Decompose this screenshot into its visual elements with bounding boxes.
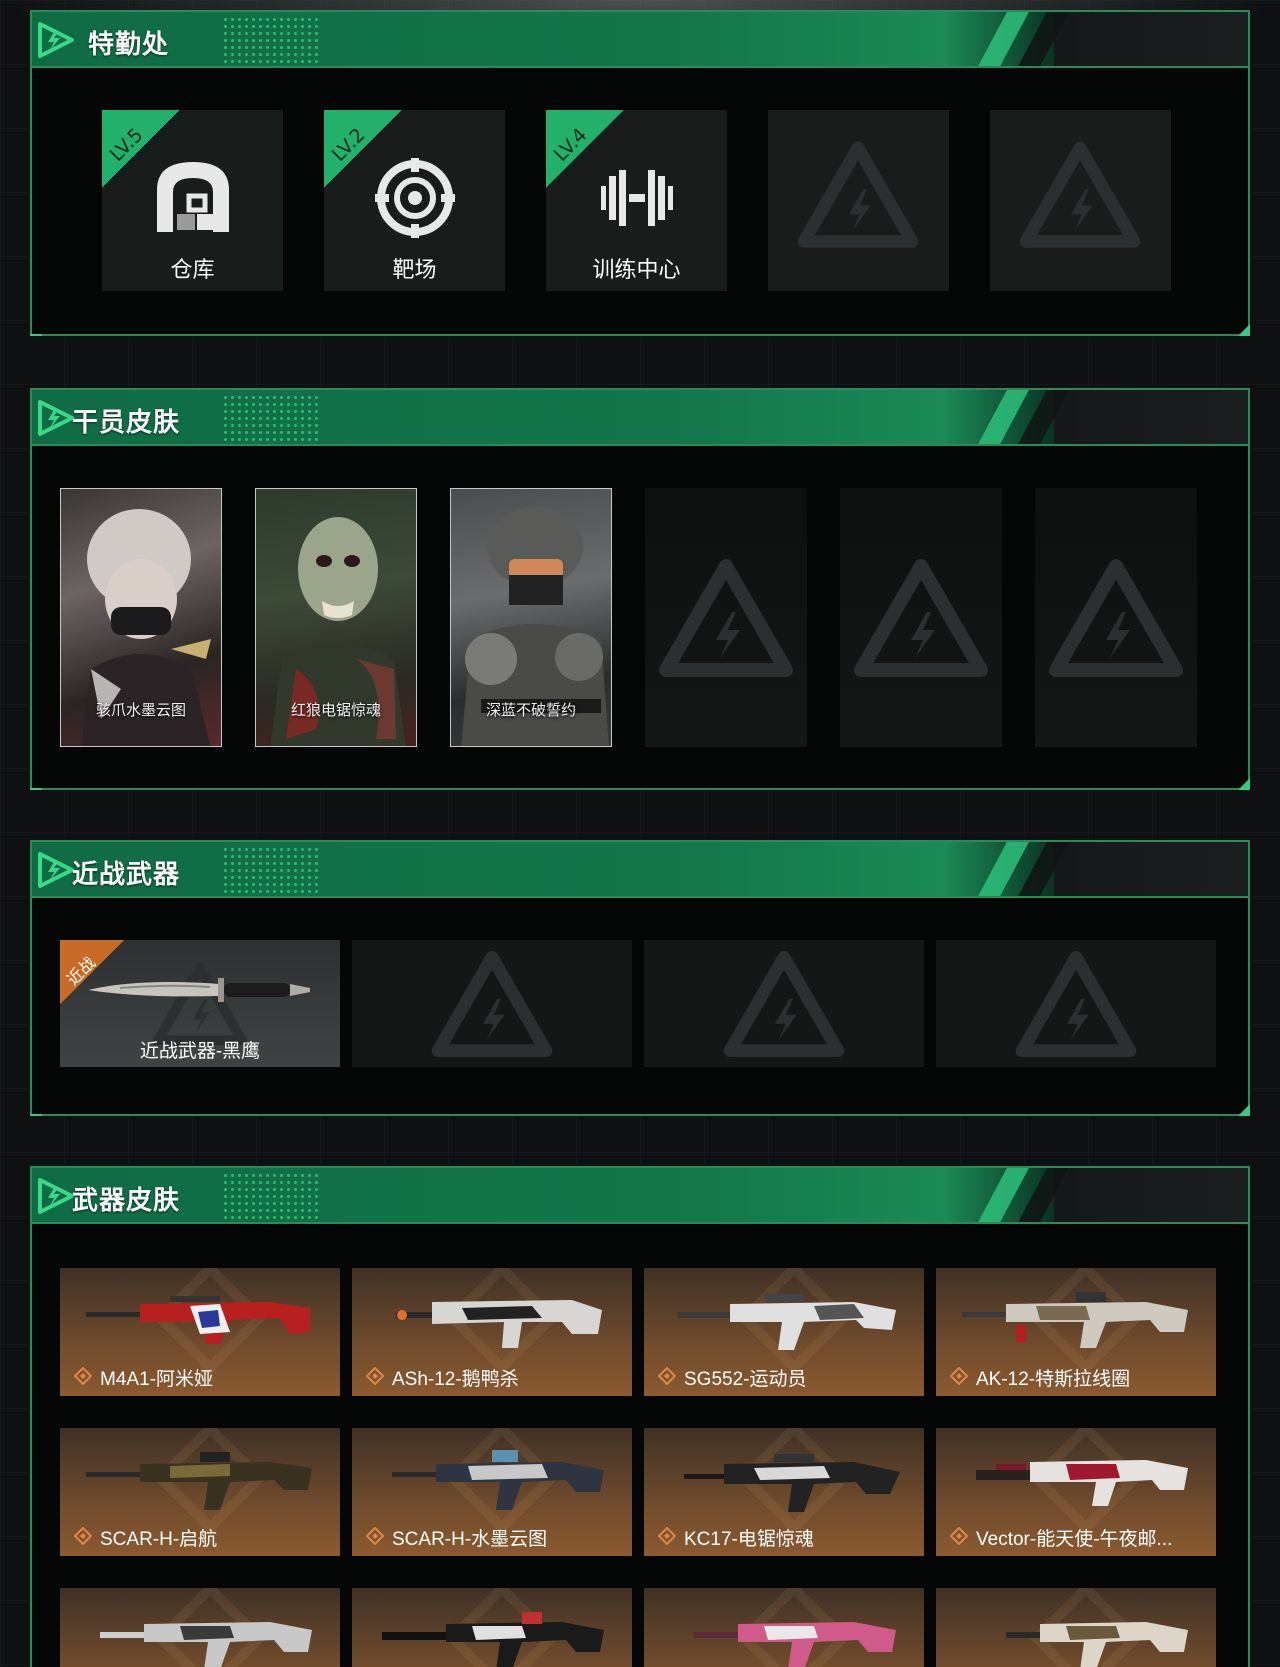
agent-skin-empty-slot <box>840 488 1002 747</box>
placeholder-logo-icon <box>644 940 924 1067</box>
facility-card-range[interactable]: LV.2 靶场 <box>324 110 505 291</box>
weapon-skin-card[interactable]: M4A1-阿米娅 <box>60 1268 340 1396</box>
weapon-skin-label: ASh-12-鹅鸭杀 <box>392 1369 519 1390</box>
facility-card-empty <box>990 110 1171 291</box>
rarity-diamond-icon <box>950 1367 968 1385</box>
weapon-skin-card[interactable]: SG552-运动员 <box>644 1268 924 1396</box>
weapon-skin-card[interactable]: SCAR-H-水墨云图 <box>352 1428 632 1556</box>
rifle-image <box>100 1622 312 1667</box>
facility-label: 仓库 <box>170 257 215 282</box>
weapon-skin-card[interactable]: KC17-电锯惊魂 <box>644 1428 924 1556</box>
rifle-image <box>392 1450 604 1510</box>
melee-section: 近战武器 近战 近战武器-黑鹰 <box>30 840 1250 1116</box>
facility-card-empty <box>768 110 949 291</box>
weapon-skin-label: SCAR-H-启航 <box>100 1529 218 1550</box>
weapon-skin-label: SCAR-H-水墨云图 <box>392 1529 548 1550</box>
rifle-image <box>86 1452 312 1510</box>
section-title: 武器皮肤 <box>72 1185 181 1215</box>
weapon-skin-label: M4A1-阿米娅 <box>100 1369 213 1390</box>
agent-skins-section: 干员皮肤 骇爪水墨云图 红狼电锯惊魂 深蓝不破誓约 <box>30 388 1250 790</box>
agent-skin-empty-slot <box>1035 488 1197 747</box>
weapon-skin-card[interactable] <box>352 1588 632 1667</box>
rifle-image <box>962 1292 1188 1348</box>
placeholder-logo-icon <box>768 110 949 291</box>
rifle-image <box>678 1294 896 1350</box>
placeholder-logo-icon <box>936 940 1216 1067</box>
rarity-diamond-icon <box>366 1527 384 1545</box>
placeholder-logo-icon <box>840 488 1002 747</box>
weapon-skin-card[interactable] <box>936 1588 1216 1667</box>
melee-weapon-label: 近战武器-黑鹰 <box>139 1041 261 1062</box>
header-dots-pattern <box>222 394 318 442</box>
facilities-section: 特勤处 LV.5 仓库 LV.2 靶场 LV.4 训练中心 <box>30 10 1250 336</box>
facility-card-warehouse[interactable]: LV.5 仓库 <box>102 110 283 291</box>
agent-skin-empty-slot <box>645 488 807 747</box>
weapon-skin-label: KC17-电锯惊魂 <box>684 1529 814 1550</box>
header-dots-pattern <box>222 1172 318 1220</box>
header-stripe <box>1017 390 1069 444</box>
weapon-skin-label: SG552-运动员 <box>684 1369 807 1390</box>
placeholder-logo-icon <box>1035 488 1197 747</box>
placeholder-logo-icon <box>990 110 1171 291</box>
melee-tag-ribbon: 近战 <box>60 940 124 1004</box>
weapon-skin-card[interactable] <box>644 1588 924 1667</box>
agent-skin-card[interactable]: 骇爪水墨云图 <box>60 488 222 747</box>
header-stripe <box>1017 12 1069 66</box>
header-dots-pattern <box>222 16 318 64</box>
weapon-skin-label: Vector-能天使-午夜邮... <box>976 1529 1173 1550</box>
agent-skin-card[interactable]: 红狼电锯惊魂 <box>255 488 417 747</box>
rifle-image <box>86 1296 310 1344</box>
header-dots-pattern <box>222 846 318 894</box>
placeholder-logo-icon <box>645 488 807 747</box>
header-stripe <box>1017 842 1069 896</box>
section-header: 特勤处 <box>32 12 1248 68</box>
section-header: 武器皮肤 <box>32 1168 1248 1224</box>
melee-empty-slot <box>644 940 924 1067</box>
section-header: 干员皮肤 <box>32 390 1248 446</box>
rarity-diamond-icon <box>658 1527 676 1545</box>
rifle-image <box>1006 1622 1188 1667</box>
rarity-diamond-icon <box>658 1367 676 1385</box>
weapon-skin-card[interactable] <box>60 1588 340 1667</box>
rifle-image <box>976 1460 1188 1506</box>
weapon-skins-section: 武器皮肤 M4A1-阿米娅 ASh-12-鹅鸭杀 SG552-运动员 AK-12… <box>30 1166 1250 1667</box>
rarity-diamond-icon <box>950 1527 968 1545</box>
agent-skin-label: 骇爪水墨云图 <box>95 702 186 719</box>
facility-card-training[interactable]: LV.4 训练中心 <box>546 110 727 291</box>
rarity-diamond-icon <box>74 1367 92 1385</box>
rifle-image <box>396 1300 602 1348</box>
melee-empty-slot <box>936 940 1216 1067</box>
header-stripe <box>1017 1168 1069 1222</box>
melee-tag-text: 近战 <box>64 954 100 990</box>
section-logo-icon <box>38 1178 74 1214</box>
weapon-skin-card[interactable]: SCAR-H-启航 <box>60 1428 340 1556</box>
section-header: 近战武器 <box>32 842 1248 898</box>
placeholder-logo-icon <box>352 940 632 1067</box>
rarity-diamond-icon <box>74 1527 92 1545</box>
target-icon <box>374 158 455 238</box>
weapon-skin-label: AK-12-特斯拉线圈 <box>976 1369 1131 1390</box>
rifle-image <box>684 1454 900 1512</box>
agent-skin-card[interactable]: 深蓝不破誓约 <box>450 488 612 747</box>
section-logo-icon <box>38 22 74 58</box>
melee-weapon-card[interactable]: 近战 近战武器-黑鹰 <box>60 940 340 1067</box>
facility-label: 靶场 <box>392 257 437 282</box>
section-title: 近战武器 <box>72 859 181 889</box>
section-title: 干员皮肤 <box>72 407 181 437</box>
section-logo-icon <box>38 400 74 436</box>
agent-skin-label: 红狼电锯惊魂 <box>290 702 381 719</box>
section-title: 特勤处 <box>88 29 170 59</box>
section-logo-icon <box>38 852 74 888</box>
agent-skin-label: 深蓝不破誓约 <box>485 702 576 719</box>
rifle-image <box>694 1622 896 1667</box>
facility-label: 训练中心 <box>592 257 681 282</box>
weapon-skin-card[interactable]: ASh-12-鹅鸭杀 <box>352 1268 632 1396</box>
dumbbell-icon <box>600 170 673 226</box>
rarity-diamond-icon <box>366 1367 384 1385</box>
weapon-skin-card[interactable]: AK-12-特斯拉线圈 <box>936 1268 1216 1396</box>
melee-empty-slot <box>352 940 632 1067</box>
warehouse-icon <box>156 162 229 232</box>
rifle-image <box>382 1612 604 1667</box>
weapon-skin-card[interactable]: Vector-能天使-午夜邮... <box>936 1428 1216 1556</box>
